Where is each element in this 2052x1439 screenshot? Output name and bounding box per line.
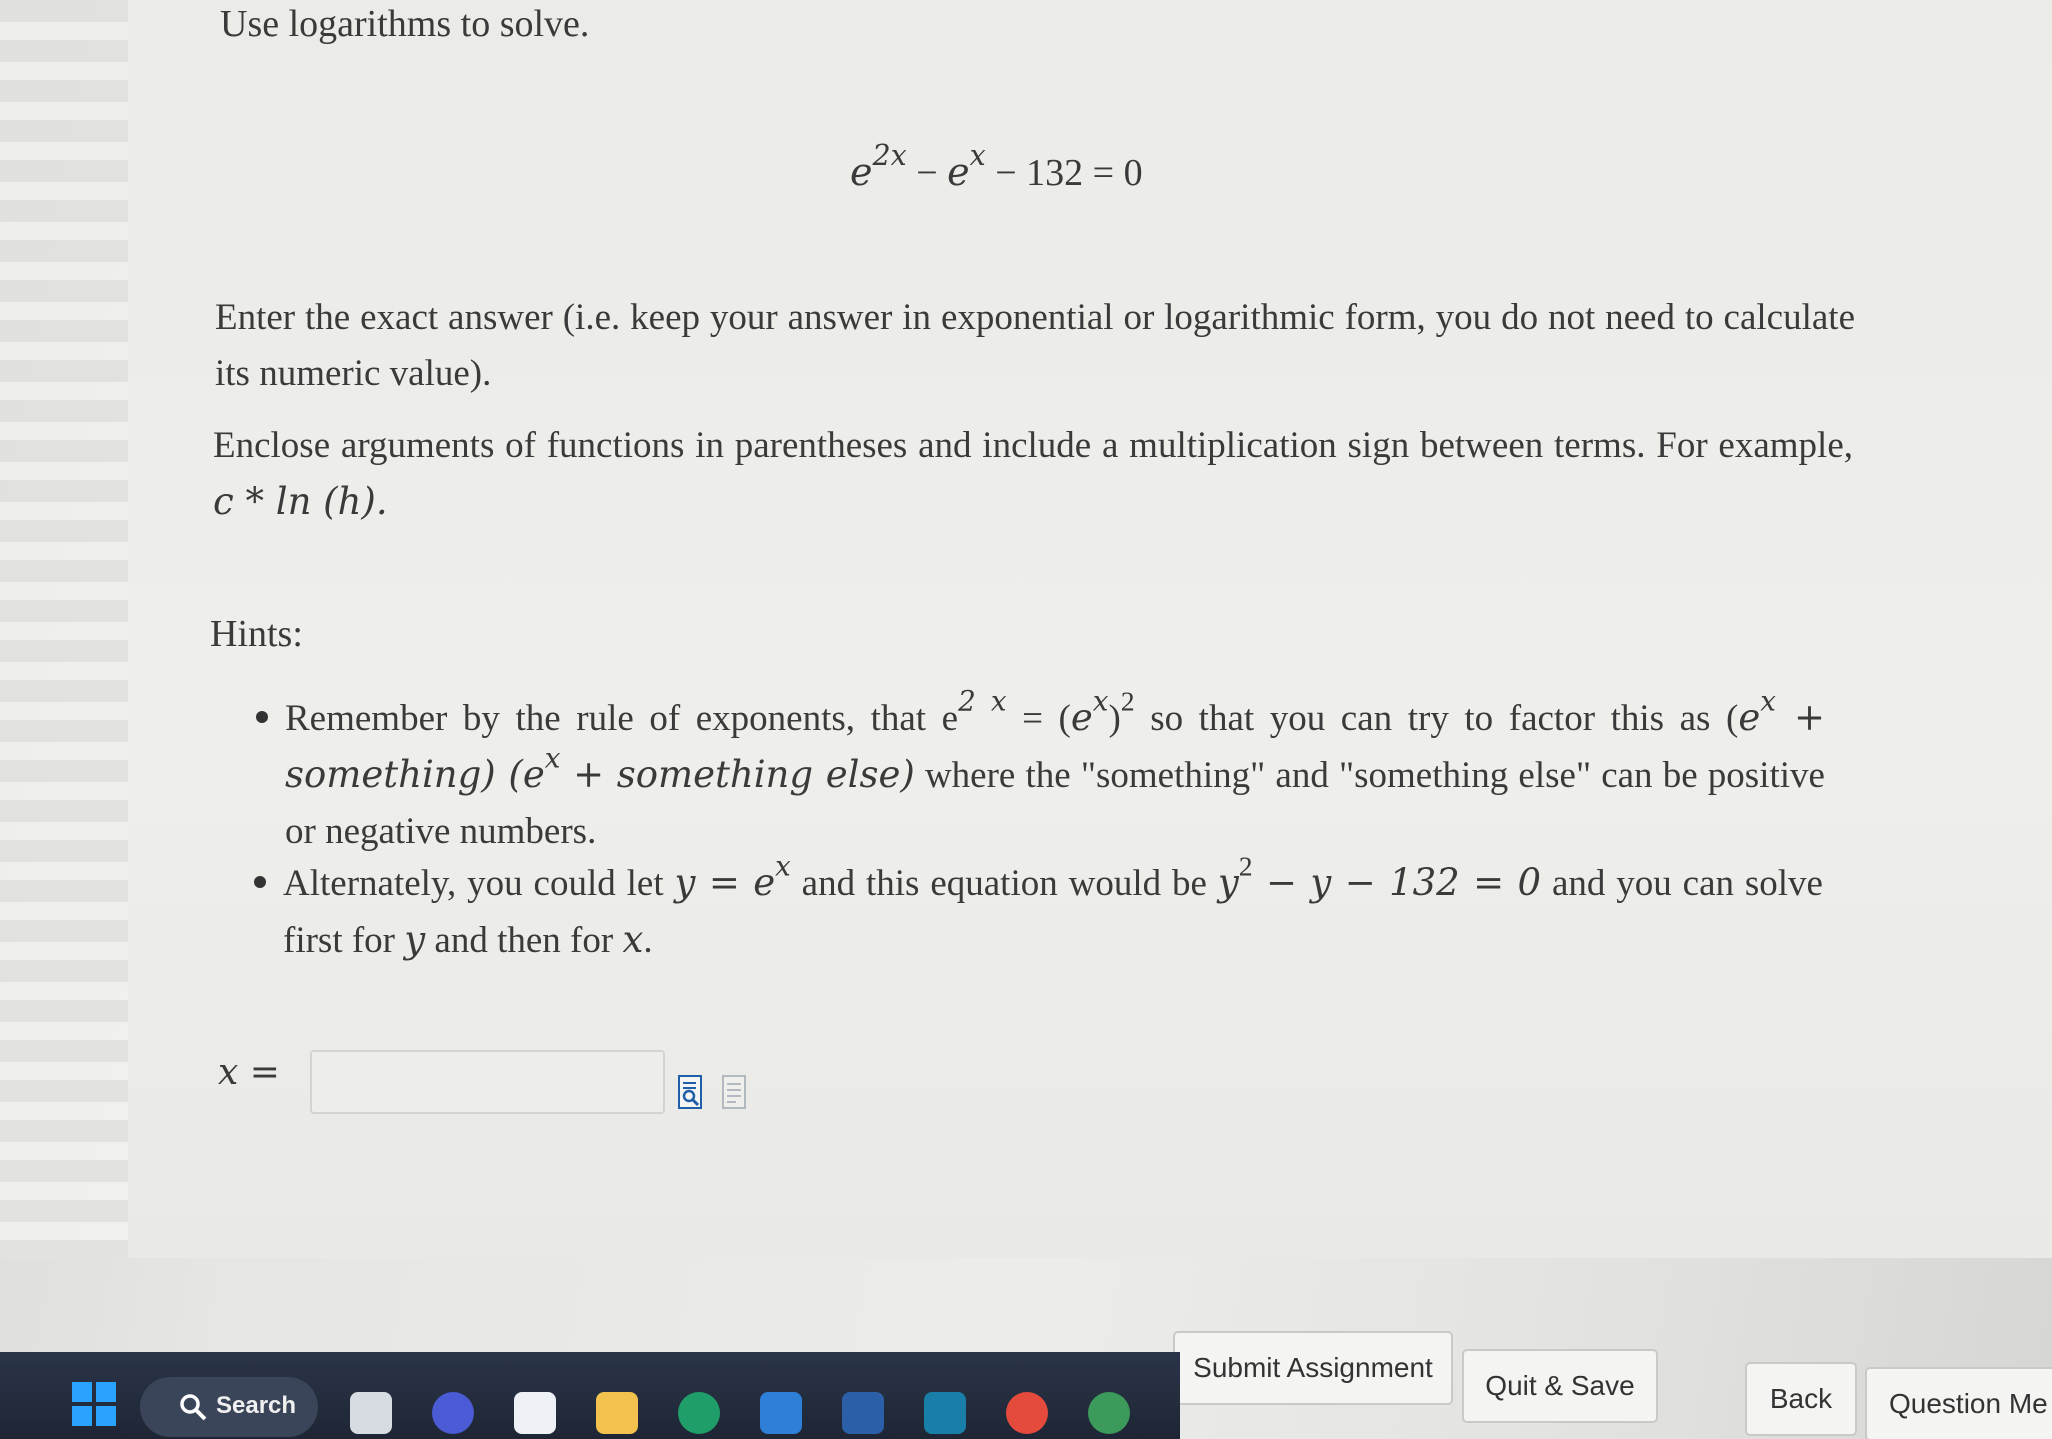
hint1-e3: e: [1738, 696, 1761, 739]
app-icon[interactable]: [842, 1392, 884, 1434]
calculator-app-icon[interactable]: [924, 1392, 966, 1434]
taskbar-search-label: Search: [216, 1392, 297, 1419]
hint2-y-eq: y =: [674, 861, 754, 904]
hint1-e4-exp: x: [544, 741, 561, 775]
preview-answer-icon[interactable]: [678, 1075, 702, 1109]
enclose-example: c * ln (h).: [213, 480, 388, 523]
eq-minus: −: [906, 152, 948, 194]
hint1-square: 2: [1120, 686, 1135, 718]
enclose-arguments-instruction: Enclose arguments of functions in parent…: [213, 418, 1853, 531]
bullet-icon: [256, 711, 268, 723]
hint1-eq: = (: [1006, 698, 1071, 739]
hint2-e: e: [753, 861, 776, 904]
hint1-e-exp: 2 x: [958, 684, 1007, 718]
chrome-app-icon[interactable]: [1006, 1392, 1048, 1434]
answer-input[interactable]: [310, 1050, 665, 1114]
eq-rest: − 132 = 0: [985, 152, 1143, 194]
mail-app-icon[interactable]: [760, 1392, 802, 1434]
left-margin: [0, 0, 130, 1260]
browser-app-icon[interactable]: [678, 1392, 720, 1434]
app-icon[interactable]: [1088, 1392, 1130, 1434]
hint1-e3-exp: x: [1760, 684, 1776, 718]
quit-save-button[interactable]: Quit & Save: [1462, 1349, 1658, 1423]
hint2-text-d: and this equation would be: [790, 863, 1218, 904]
hint1-e2: e: [1070, 696, 1093, 739]
hint2-text-i: and then for: [425, 920, 623, 961]
hint1-something-else: + something else): [560, 753, 915, 796]
eq-term2-exp: x: [969, 139, 986, 173]
eq-term2-base: e: [947, 150, 970, 194]
meet-app-icon[interactable]: [432, 1392, 474, 1434]
hint2-x-var: x: [622, 918, 644, 961]
eq-term1-exp: 2x: [872, 139, 907, 173]
hint-item-1: Remember by the rule of exponents, that …: [285, 686, 1825, 860]
hint2-text-a: Alternately, you could let: [283, 863, 675, 904]
hint1-open: (: [1726, 698, 1739, 739]
hint2-rest: − y − 132 = 0: [1252, 861, 1542, 904]
hint2-y-var: y: [404, 918, 426, 961]
exact-answer-instruction: Enter the exact answer (i.e. keep your a…: [215, 297, 1855, 394]
hint2-y: y: [1217, 861, 1239, 904]
hint1-text-f: so that you can try to factor this as: [1134, 698, 1727, 739]
help-document-icon[interactable]: [722, 1075, 746, 1109]
hint1-e: e: [941, 698, 959, 739]
hint2-y-exp: 2: [1238, 851, 1253, 883]
hint1-text-a: Remember by the rule of exponents, that: [285, 698, 942, 739]
hint2-e-exp: x: [775, 849, 791, 883]
file-explorer-icon[interactable]: [596, 1392, 638, 1434]
hint-item-2: Alternately, you could let y = ex and th…: [283, 851, 1823, 969]
hint2-period: .: [643, 920, 653, 961]
enclose-text: Enclose arguments of functions in parent…: [213, 425, 1853, 466]
equation: e2x − ex − 132 = 0: [850, 141, 1143, 195]
task-view-icon[interactable]: [350, 1392, 392, 1434]
question-menu-button[interactable]: Question Me: [1865, 1367, 2052, 1439]
submit-assignment-button[interactable]: Submit Assignment: [1173, 1331, 1453, 1405]
eq-term1-base: e: [850, 150, 873, 194]
answer-label: x =: [218, 1052, 280, 1093]
hints-heading: Hints:: [210, 613, 303, 655]
bullet-icon: [254, 876, 266, 888]
instruction-text: Use logarithms to solve.: [220, 3, 590, 45]
back-button[interactable]: Back: [1745, 1362, 1857, 1436]
hint1-e4: e: [522, 753, 545, 796]
hint1-e2-exp: x: [1092, 684, 1109, 718]
windows-start-icon[interactable]: [72, 1382, 116, 1426]
store-app-icon[interactable]: [514, 1392, 556, 1434]
search-icon: [180, 1394, 207, 1421]
hint1-close: ): [1108, 698, 1121, 739]
